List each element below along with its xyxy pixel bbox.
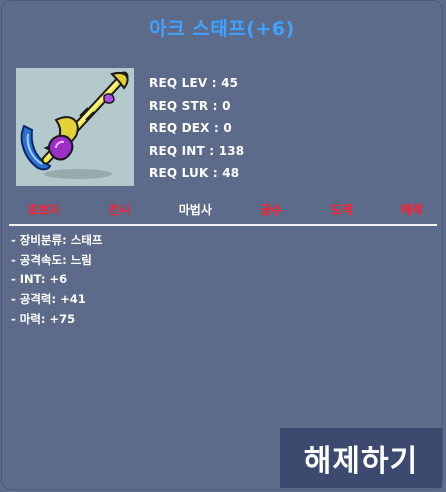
stat-category: - 장비분류: 스태프 [11, 233, 103, 247]
stat-magic: - 마력: +75 [11, 311, 76, 326]
stats-list: - 장비분류: 스태프 - 공격속도: 느림 - INT: +6 - 공격력: … [11, 231, 102, 330]
req-lev: REQ LEV : 45 [149, 76, 239, 90]
item-icon-frame [16, 68, 134, 186]
req-str: REQ STR : 0 [149, 98, 231, 113]
dismantle-button[interactable]: 해제하기 [280, 428, 442, 488]
staff-icon [20, 71, 129, 179]
item-name: 아크 스태프(+6) [149, 18, 295, 40]
job-list: 초보자 전사 마법사 궁수 도적 해적 [2, 201, 442, 218]
divider [9, 224, 437, 226]
item-tooltip: 아크 스태프(+6) REQ LEV : 45 REQ STR : 0 REQ … [1, 0, 443, 490]
job-thief: 도적 [330, 203, 353, 217]
req-luk: REQ LUK : 48 [149, 166, 240, 180]
requirements-list: REQ LEV : 45 REQ STR : 0 REQ DEX : 0 REQ… [149, 72, 244, 185]
job-beginner: 초보자 [27, 203, 61, 217]
stat-int: - INT: +6 [11, 272, 68, 287]
req-dex: REQ DEX : 0 [149, 121, 232, 135]
job-archer: 궁수 [260, 203, 283, 217]
req-int: REQ INT : 138 [149, 143, 245, 158]
job-pirate: 해적 [400, 203, 423, 217]
stat-attack: - 공격력: +41 [11, 292, 86, 307]
job-warrior: 전사 [108, 203, 131, 217]
job-magician: 마법사 [178, 203, 212, 217]
stat-attack-speed: - 공격속도: 느림 [11, 252, 92, 267]
